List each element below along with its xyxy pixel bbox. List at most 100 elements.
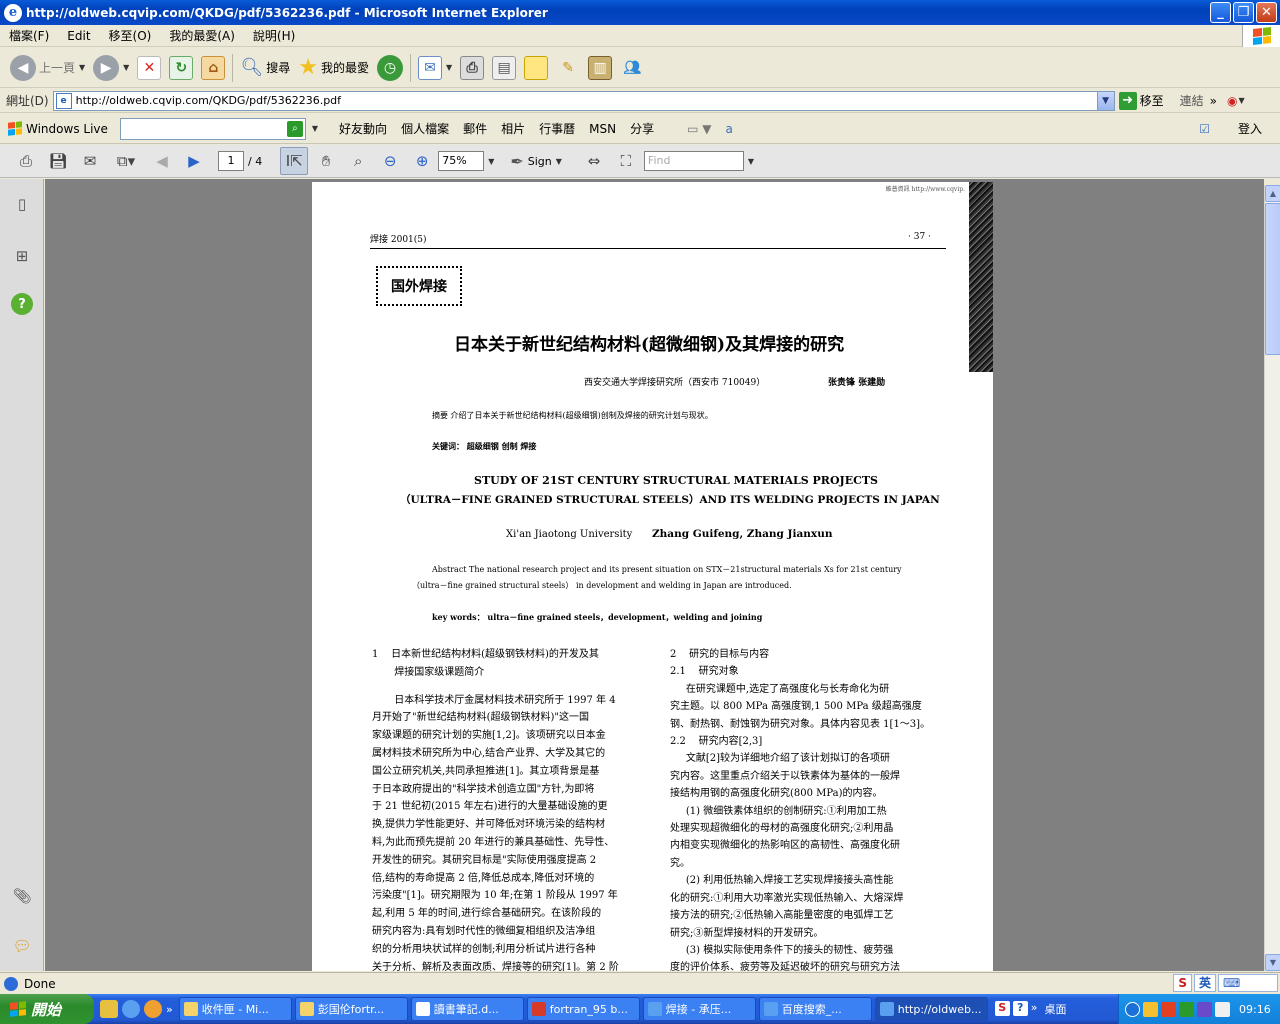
live-item-calendar[interactable]: 行事曆 (532, 120, 582, 137)
live-search-icon[interactable]: ⌕ (286, 120, 303, 137)
live-search-input[interactable]: ⌕ (119, 117, 306, 140)
search-button[interactable]: 🔍︎ 搜尋 (236, 51, 294, 85)
help-icon[interactable]: ? (11, 293, 33, 315)
live-item-mail[interactable]: 郵件 (456, 120, 494, 137)
desktop-toolbar[interactable]: 桌面 (1044, 1001, 1066, 1017)
menu-file[interactable]: 檔案(F) (0, 27, 58, 44)
live-item-friends[interactable]: 好友動向 (332, 120, 394, 137)
signin-button[interactable]: 登入 (1238, 120, 1262, 137)
forward-button[interactable]: ▶ ▼ (89, 51, 133, 85)
chevron-down-icon[interactable]: ▼ (312, 124, 318, 133)
scroll-up-icon[interactable]: ▲ (1265, 185, 1280, 202)
title-bar[interactable]: e http://oldweb.cqvip.com/QKDG/pdf/53622… (0, 0, 1280, 25)
address-dropdown-button[interactable]: ▼ (1096, 91, 1114, 110)
tray-antivirus-icon[interactable] (1161, 1001, 1176, 1017)
ime-mode-icon[interactable]: ⌨ (1218, 974, 1278, 992)
menu-go[interactable]: 移至(O) (100, 27, 161, 44)
pdf-review-button[interactable]: ⧉▾ (108, 147, 144, 175)
task-welding-ie[interactable]: 焊接 - 承压... (642, 997, 756, 1021)
chevron-down-icon[interactable]: ▼ (748, 157, 754, 166)
attachments-binoculars-icon[interactable]: ⊞ (11, 245, 33, 267)
back-button[interactable]: ◀ 上一頁 ▼ (6, 51, 89, 85)
tray-app-icon[interactable] (1143, 1001, 1158, 1017)
home-button[interactable]: ⌂ (197, 51, 229, 85)
task-folder[interactable]: 彭国伦fortr... (294, 997, 408, 1021)
address-input[interactable]: e http://oldweb.cqvip.com/QKDG/pdf/53622… (52, 90, 1115, 111)
pdf-save-button[interactable]: 💾︎ (44, 147, 72, 175)
paperclip-icon[interactable]: 📎︎ (11, 885, 33, 907)
prev-page-button[interactable]: ◀ (148, 147, 176, 175)
translate-icon[interactable]: a (725, 122, 732, 136)
task-inbox[interactable]: 收件匣 - Mi... (178, 997, 292, 1021)
fit-page-button[interactable]: ⛶ (612, 147, 640, 175)
print-button[interactable]: ⎙ (456, 51, 488, 85)
live-item-share[interactable]: 分享 (623, 120, 661, 137)
close-button[interactable]: ✕ (1256, 2, 1277, 23)
zoom-in-button[interactable]: ⊕ (408, 147, 436, 175)
live-item-profile[interactable]: 個人檔案 (394, 120, 456, 137)
task-fortran-pdf[interactable]: fortran_95 b... (526, 997, 640, 1021)
refresh-button[interactable]: ↻ (165, 51, 197, 85)
task-current-ie[interactable]: http://oldweb... (874, 997, 988, 1021)
pdf-print-button[interactable]: ⎙ (12, 147, 40, 175)
next-page-button[interactable]: ▶ (180, 147, 208, 175)
live-item-msn[interactable]: MSN (582, 122, 623, 136)
history-button[interactable]: ◷ (373, 51, 407, 85)
tray-network-icon[interactable] (1179, 1001, 1194, 1017)
mail-button[interactable]: ✉ ▼ (414, 51, 456, 85)
live-options-icon[interactable]: ▭ ▼ (687, 122, 711, 136)
research-button[interactable]: ▥ (584, 51, 616, 85)
hand-tool-button[interactable]: ✋︎ (312, 147, 340, 175)
quicklaunch-firefox-icon[interactable] (144, 1000, 162, 1018)
s-icon[interactable]: S (994, 1001, 1010, 1016)
go-button[interactable]: 移至 (1140, 92, 1164, 109)
tray-volume-icon[interactable] (1215, 1001, 1230, 1017)
sign-button[interactable]: Sign (528, 155, 552, 168)
pen-button[interactable]: ✎ (552, 51, 584, 85)
menu-edit[interactable]: Edit (58, 29, 99, 43)
task-baidu-ie[interactable]: 百度搜索_... (758, 997, 872, 1021)
fit-width-button[interactable]: ⇔ (580, 147, 608, 175)
chevron-down-icon[interactable]: ▼ (1238, 96, 1244, 105)
ime-language-button[interactable]: 英 (1193, 974, 1216, 992)
toolbar-addon-icon[interactable]: ◉ (1227, 94, 1237, 108)
vertical-scrollbar[interactable]: ▲ ▼ (1264, 185, 1280, 971)
chevron-down-icon[interactable]: ▼ (488, 157, 494, 166)
pdf-email-button[interactable]: ✉ (76, 147, 104, 175)
go-arrow-icon[interactable]: ➜ (1118, 91, 1137, 110)
menu-favorites[interactable]: 我的最愛(A) (160, 27, 244, 44)
maximize-button[interactable]: ❐ (1233, 2, 1254, 23)
scroll-down-icon[interactable]: ▼ (1265, 954, 1280, 971)
stop-button[interactable]: ✕ (133, 51, 165, 85)
start-button[interactable]: 開始 (0, 994, 94, 1024)
find-input[interactable]: Find (643, 151, 744, 171)
chevron-right-icon[interactable]: » (1031, 1001, 1038, 1017)
comments-icon[interactable]: 💬︎ (11, 935, 33, 957)
checkbox-icon[interactable]: ☑ (1199, 122, 1210, 136)
live-item-photos[interactable]: 相片 (494, 120, 532, 137)
tray-expand-icon[interactable] (1125, 1001, 1140, 1017)
zoom-level-input[interactable]: 75% (438, 151, 485, 171)
pages-icon[interactable]: ▯ (11, 193, 33, 215)
edit-button[interactable]: ▤ (488, 51, 520, 85)
quicklaunch-app-icon[interactable] (100, 1000, 118, 1018)
zoom-tool-button[interactable]: ⌕ (344, 147, 372, 175)
chevron-right-icon[interactable]: » (1210, 94, 1217, 108)
menu-help[interactable]: 說明(H) (244, 27, 304, 44)
zoom-out-button[interactable]: ⊖ (376, 147, 404, 175)
favorites-button[interactable]: ★ 我的最愛 (294, 51, 373, 85)
quicklaunch-ie-icon[interactable] (122, 1000, 140, 1018)
tray-ve-icon[interactable] (1197, 1001, 1212, 1017)
chevron-down-icon[interactable]: ▼ (556, 157, 562, 166)
messenger-button[interactable]: 👥︎ (616, 51, 648, 85)
task-notes-doc[interactable]: 讀書筆記.d... (410, 997, 524, 1021)
page-number-input[interactable]: 1 (218, 151, 244, 171)
help-icon[interactable]: ? (1012, 1001, 1028, 1016)
pdf-document-area[interactable]: 維普資訊 http://www.cqvip. 焊接 2001(5) · 37 ·… (45, 179, 1264, 971)
ime-s-icon[interactable]: S (1173, 974, 1192, 992)
links-label[interactable]: 連結 (1180, 92, 1204, 109)
chevron-right-icon[interactable]: » (166, 1003, 173, 1016)
scroll-thumb[interactable] (1265, 203, 1280, 355)
minimize-button[interactable]: _ (1210, 2, 1231, 23)
select-tool-button[interactable]: I⇱ (280, 147, 309, 175)
